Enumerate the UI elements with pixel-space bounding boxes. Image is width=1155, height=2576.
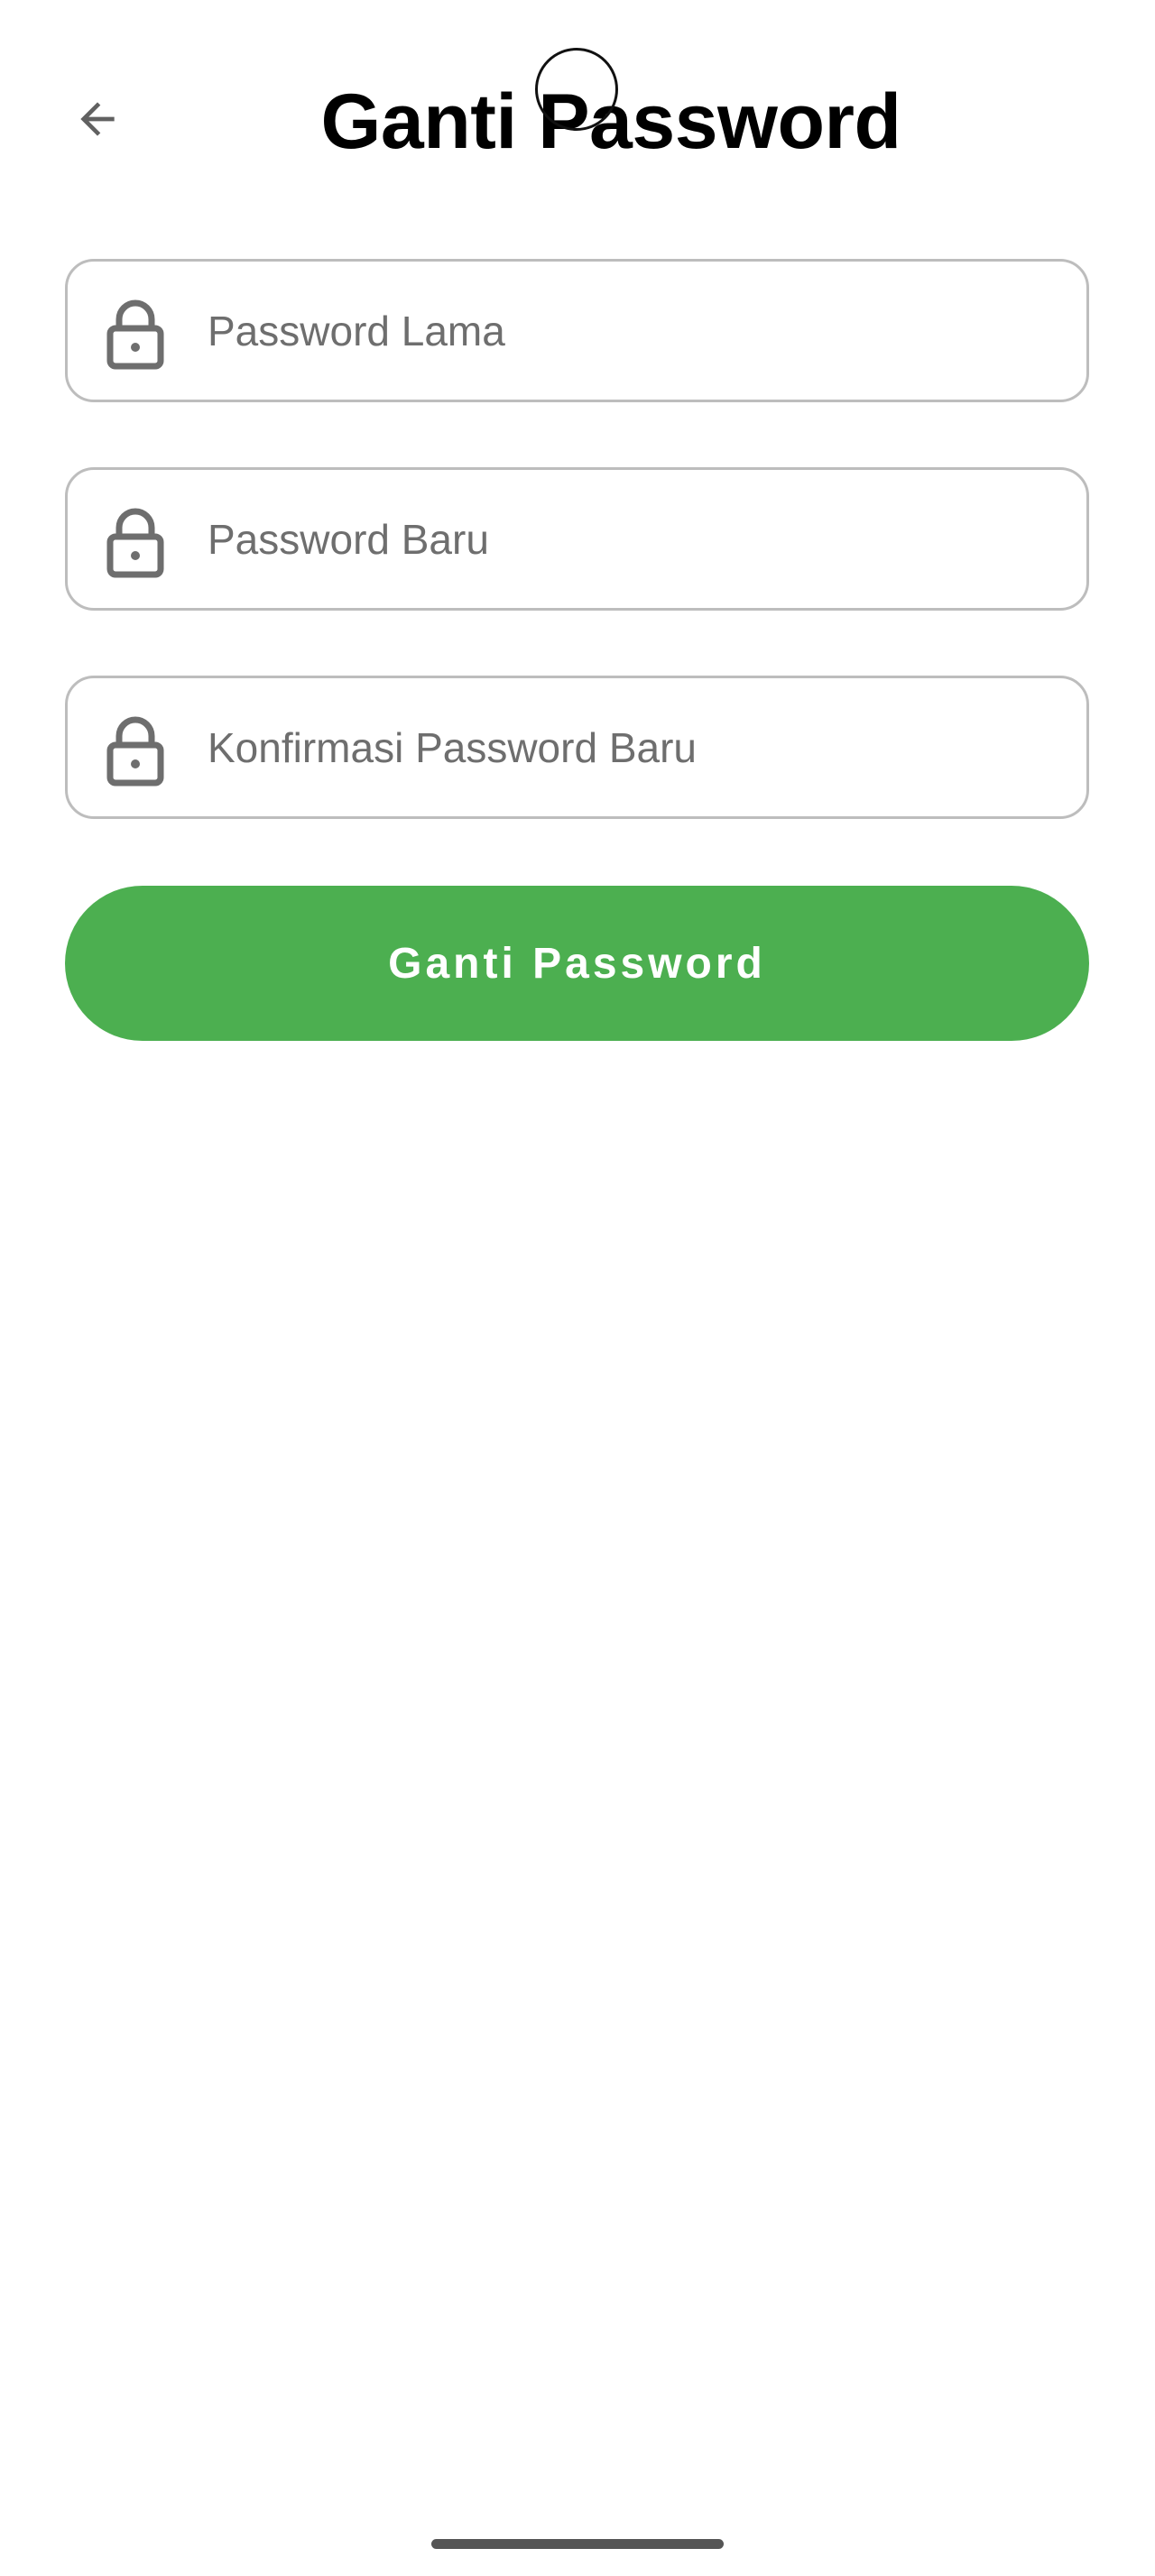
camera-cutout — [535, 48, 618, 131]
confirm-password-input[interactable] — [208, 678, 1056, 816]
old-password-field[interactable] — [65, 259, 1089, 402]
confirm-password-field[interactable] — [65, 676, 1089, 819]
home-indicator[interactable] — [431, 2539, 724, 2549]
change-password-button[interactable]: Ganti Password — [65, 886, 1089, 1041]
lock-icon — [106, 299, 164, 370]
old-password-input[interactable] — [208, 262, 1056, 400]
lock-icon — [106, 508, 164, 578]
new-password-field[interactable] — [65, 467, 1089, 611]
new-password-input[interactable] — [208, 470, 1056, 608]
change-password-screen: Ganti Password Ganti Password — [0, 0, 1155, 2576]
lock-icon — [106, 716, 164, 787]
